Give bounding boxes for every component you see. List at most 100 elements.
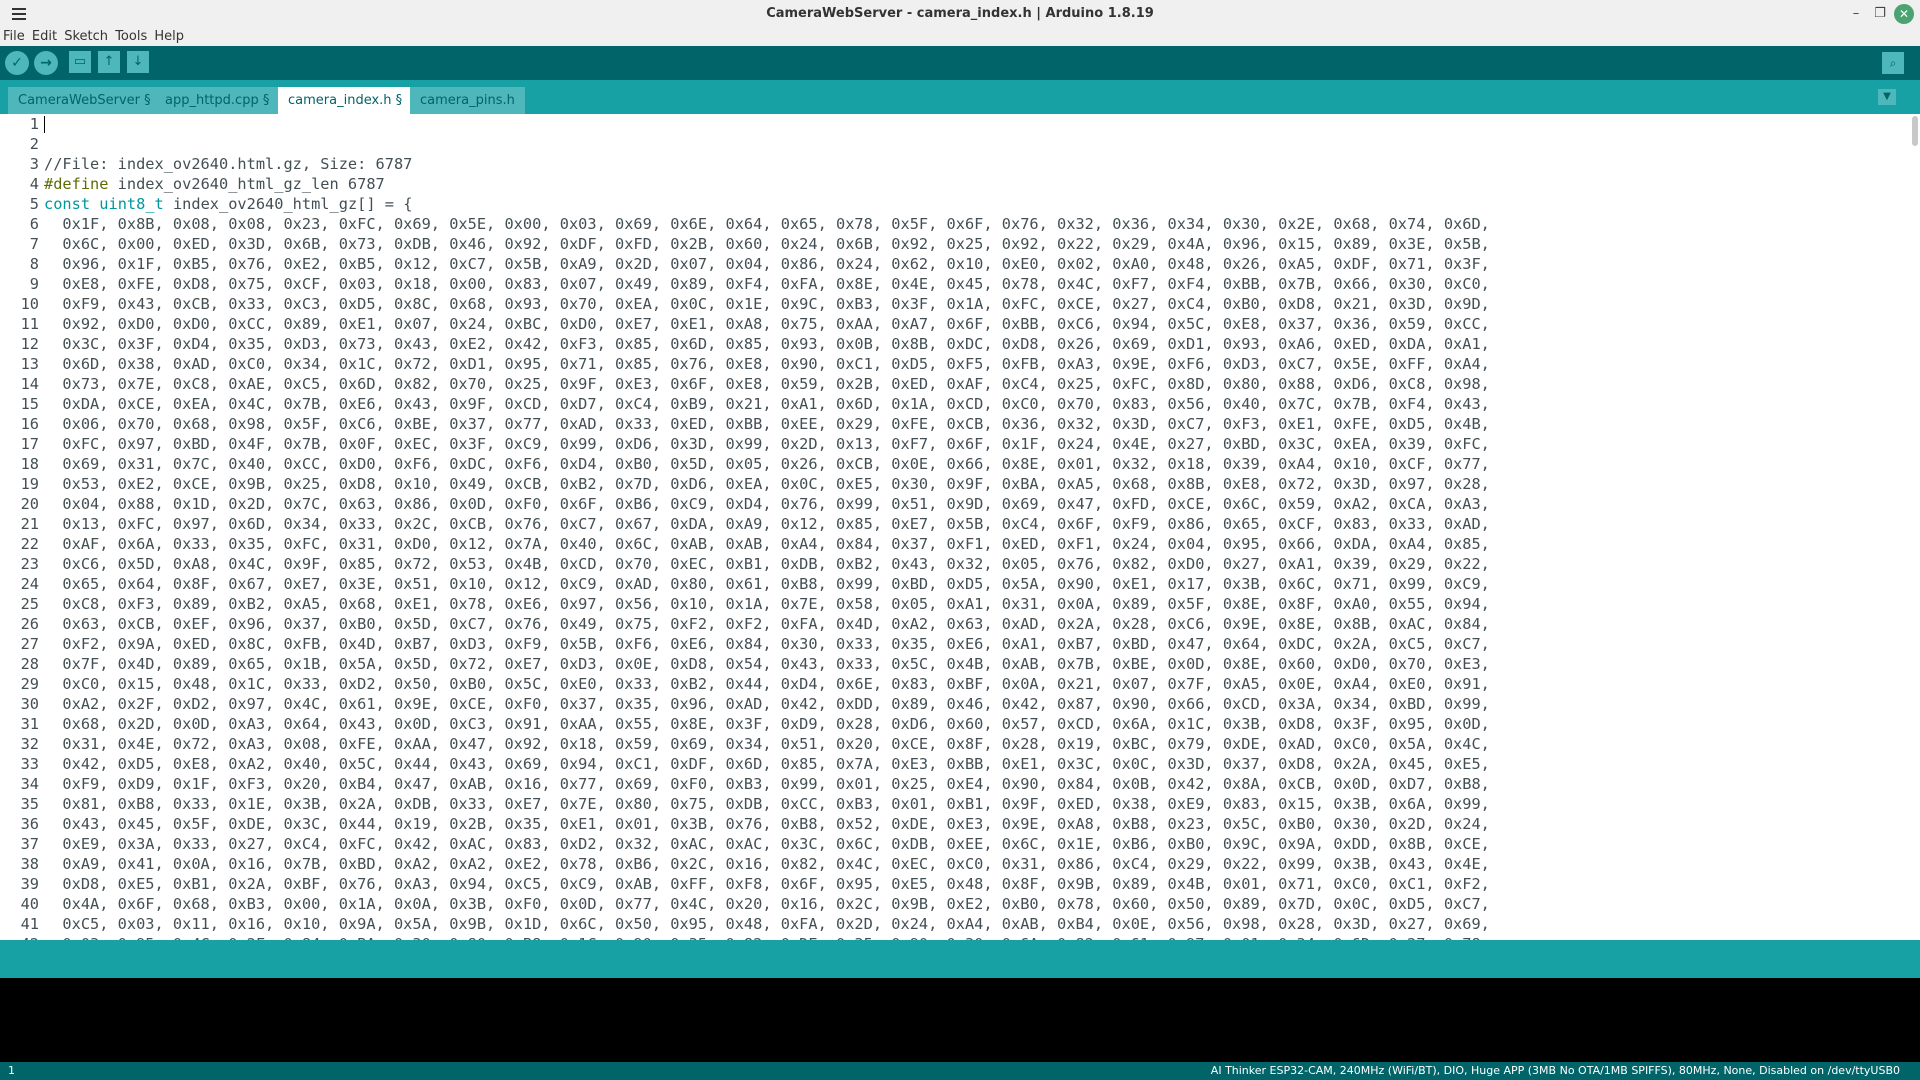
line-number: 11 xyxy=(20,315,39,333)
tab-camera-index[interactable]: camera_index.h § xyxy=(278,87,413,114)
code-line xyxy=(44,114,1904,134)
line-number: 24 xyxy=(20,575,39,593)
tab-app-httpd[interactable]: app_httpd.cpp § xyxy=(155,87,280,114)
code-line: 0x68, 0x2D, 0x0D, 0xA3, 0x64, 0x43, 0x0D… xyxy=(44,715,1490,733)
open-sketch-icon[interactable]: ↑ xyxy=(98,51,120,73)
code-line: 0xD8, 0xE5, 0xB1, 0x2A, 0xBF, 0x76, 0xA3… xyxy=(44,875,1490,893)
line-number: 9 xyxy=(29,275,39,293)
define-body: index_ov2640_html_gz_len 6787 xyxy=(108,175,385,193)
code-line: 0x42, 0xD5, 0xE8, 0xA2, 0x40, 0x5C, 0x44… xyxy=(44,755,1490,773)
line-number: 32 xyxy=(20,735,39,753)
line-number: 30 xyxy=(20,695,39,713)
code-line: 0xA2, 0x2F, 0xD2, 0x97, 0x4C, 0x61, 0x9E… xyxy=(44,695,1490,713)
line-number: 38 xyxy=(20,855,39,873)
menu-edit[interactable]: Edit xyxy=(32,28,57,45)
tab-camera-pins[interactable]: camera_pins.h xyxy=(410,87,525,114)
line-number: 15 xyxy=(20,395,39,413)
tab-menu-icon[interactable]: ▼ xyxy=(1878,89,1896,105)
line-number: 33 xyxy=(20,755,39,773)
code-line: 0x06, 0x70, 0x68, 0x98, 0x5F, 0xC6, 0xBE… xyxy=(44,415,1490,433)
code-line: const uint8_t index_ov2640_html_gz[] = { xyxy=(44,194,1904,214)
menu-bar: File Edit Sketch Tools Help xyxy=(0,28,1920,46)
line-number: 21 xyxy=(20,515,39,533)
code-line: 0x04, 0x88, 0x1D, 0x2D, 0x7C, 0x63, 0x86… xyxy=(44,495,1490,513)
line-number: 40 xyxy=(20,895,39,913)
code-area[interactable]: //File: index_ov2640.html.gz, Size: 6787… xyxy=(44,114,1904,940)
line-number: 26 xyxy=(20,615,39,633)
line-number: 39 xyxy=(20,875,39,893)
line-number-gutter: 1 2 3 4 5 6 7 8 9 10 11 12 13 14 15 16 17 18 19 20 21 22 23 24 2… xyxy=(0,114,40,940)
line-number: 41 xyxy=(20,915,39,933)
code-line: 0xFC, 0x97, 0xBD, 0x4F, 0x7B, 0x0F, 0xEC… xyxy=(44,435,1490,453)
save-sketch-icon[interactable]: ↓ xyxy=(127,51,149,73)
close-icon[interactable]: ✕ xyxy=(1894,4,1914,24)
code-line: 0xF9, 0xD9, 0x1F, 0xF3, 0x20, 0xB4, 0x47… xyxy=(44,775,1490,793)
line-number: 2 xyxy=(29,135,39,153)
line-number: 4 xyxy=(29,175,39,193)
line-number: 13 xyxy=(20,355,39,373)
line-number: 22 xyxy=(20,535,39,553)
line-number: 35 xyxy=(20,795,39,813)
line-number: 29 xyxy=(20,675,39,693)
upload-icon[interactable]: → xyxy=(34,51,58,75)
current-line-number: 1 xyxy=(8,1064,15,1077)
line-number: 20 xyxy=(20,495,39,513)
line-number: 8 xyxy=(29,255,39,273)
toolbar: ✓ → ▭ ↑ ↓ ⌕ xyxy=(0,46,1920,80)
line-number: 23 xyxy=(20,555,39,573)
serial-monitor-icon[interactable]: ⌕ xyxy=(1882,52,1904,74)
line-number: 27 xyxy=(20,635,39,653)
define-keyword: #define xyxy=(44,175,109,193)
line-number: 3 xyxy=(29,155,39,173)
code-line: 0x63, 0xCB, 0xEF, 0x96, 0x37, 0xB0, 0x5D… xyxy=(44,615,1490,633)
line-number: 1 xyxy=(29,115,39,133)
verify-icon[interactable]: ✓ xyxy=(5,51,29,75)
menu-tools[interactable]: Tools xyxy=(115,28,147,45)
const-keyword: const xyxy=(44,195,91,213)
line-number: 7 xyxy=(29,235,39,253)
restore-icon[interactable]: ❐ xyxy=(1870,4,1890,24)
minimize-icon[interactable]: – xyxy=(1846,4,1866,24)
declaration-body: index_ov2640_html_gz[] = { xyxy=(163,195,413,213)
code-line: 0x81, 0xB8, 0x33, 0x1E, 0x3B, 0x2A, 0xDB… xyxy=(44,795,1490,813)
code-editor[interactable]: 1 2 3 4 5 6 7 8 9 10 11 12 13 14 15 16 17 18 19 20 21 22 23 24 2… xyxy=(0,114,1920,940)
code-line: 0xA9, 0x41, 0x0A, 0x16, 0x7B, 0xBD, 0xA2… xyxy=(44,855,1490,873)
line-number: 36 xyxy=(20,815,39,833)
code-line: 0x92, 0xD0, 0xD0, 0xCC, 0x89, 0xE1, 0x07… xyxy=(44,315,1490,333)
code-line: 0x4A, 0x6F, 0x68, 0xB3, 0x00, 0x1A, 0x0A… xyxy=(44,895,1490,913)
console-output[interactable] xyxy=(0,978,1920,1062)
code-line: 0xC6, 0x5D, 0xA8, 0x4C, 0x9F, 0x85, 0x72… xyxy=(44,555,1490,573)
code-line: #define index_ov2640_html_gz_len 6787 xyxy=(44,174,1904,194)
menu-file[interactable]: File xyxy=(3,28,25,45)
code-line: 0x6D, 0x38, 0xAD, 0xC0, 0x34, 0x1C, 0x72… xyxy=(44,355,1490,373)
code-line: 0x73, 0x7E, 0xC8, 0xAE, 0xC5, 0x6D, 0x82… xyxy=(44,375,1490,393)
code-line: 0xE8, 0xFE, 0xD8, 0x75, 0xCF, 0x03, 0x18… xyxy=(44,275,1490,293)
code-line: 0x96, 0x1F, 0xB5, 0x76, 0xE2, 0xB5, 0x12… xyxy=(44,255,1490,273)
editor-scrollbar[interactable] xyxy=(1912,116,1918,146)
code-line: 0xF9, 0x43, 0xCB, 0x33, 0xC3, 0xD5, 0x8C… xyxy=(44,295,1490,313)
window-title: CameraWebServer - camera_index.h | Ardui… xyxy=(766,6,1154,21)
new-sketch-icon[interactable]: ▭ xyxy=(69,51,91,73)
code-line: 0x43, 0x45, 0x5F, 0xDE, 0x3C, 0x44, 0x19… xyxy=(44,815,1490,833)
type-keyword: uint8_t xyxy=(99,195,164,213)
code-line: 0x3C, 0x3F, 0xD4, 0x35, 0xD3, 0x73, 0x43… xyxy=(44,335,1490,353)
code-line: 0x31, 0x4E, 0x72, 0xA3, 0x08, 0xFE, 0xAA… xyxy=(44,735,1490,753)
code-line: 0xC0, 0x15, 0x48, 0x1C, 0x33, 0xD2, 0x50… xyxy=(44,675,1490,693)
code-line: 0xE9, 0x3A, 0x33, 0x27, 0xC4, 0xFC, 0x42… xyxy=(44,835,1490,853)
menu-sketch[interactable]: Sketch xyxy=(64,28,108,45)
code-line: 0xAF, 0x6A, 0x33, 0x35, 0xFC, 0x31, 0xD0… xyxy=(44,535,1490,553)
line-number: 28 xyxy=(20,655,39,673)
line-number: 17 xyxy=(20,435,39,453)
code-line: 0xDA, 0xCE, 0xEA, 0x4C, 0x7B, 0xE6, 0x43… xyxy=(44,395,1490,413)
line-number: 5 xyxy=(29,195,39,213)
menu-help[interactable]: Help xyxy=(154,28,184,45)
tab-camerawebserver[interactable]: CameraWebServer § xyxy=(8,87,161,114)
code-line: 0x7F, 0x4D, 0x89, 0x65, 0x1B, 0x5A, 0x5D… xyxy=(44,655,1490,673)
line-number: 19 xyxy=(20,475,39,493)
line-number: 25 xyxy=(20,595,39,613)
line-number: 34 xyxy=(20,775,39,793)
line-number: 37 xyxy=(20,835,39,853)
code-line: 0x6C, 0x00, 0xED, 0x3D, 0x6B, 0x73, 0xDB… xyxy=(44,235,1490,253)
line-number: 14 xyxy=(20,375,39,393)
